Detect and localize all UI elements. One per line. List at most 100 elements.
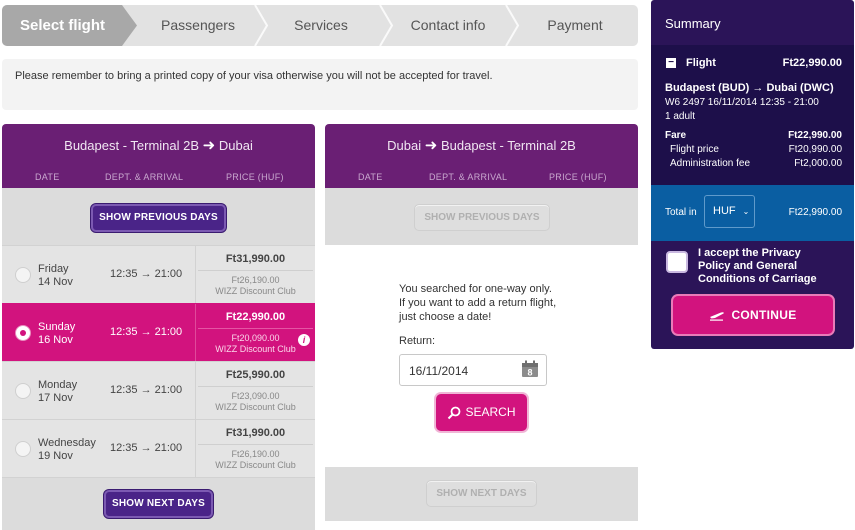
return-date-label: Return: bbox=[399, 335, 436, 347]
step-separator-icon bbox=[254, 5, 269, 46]
calendar-icon[interactable]: 8 bbox=[521, 360, 539, 378]
flight-day-name: Sunday bbox=[38, 321, 76, 333]
outbound-destination: Dubai bbox=[218, 138, 253, 153]
price-box: Ft31,990.00 Ft26,190.00 WIZZ Discount Clu… bbox=[195, 420, 315, 478]
flight-day-name: Friday bbox=[38, 263, 69, 275]
return-flight-panel: Dubai ➜ Budapest - Terminal 2B DATE DEPT… bbox=[325, 124, 638, 521]
flight-day-date: 19 Nov bbox=[38, 450, 73, 462]
show-previous-days-button-disabled[interactable]: SHOW PREVIOUS DAYS bbox=[414, 204, 550, 231]
outbound-flight-panel: Budapest - Terminal 2B ➜ Dubai DATE DEPT… bbox=[2, 124, 315, 530]
club-price: Ft23,090.00 WIZZ Discount Club bbox=[196, 391, 315, 413]
price-divider bbox=[198, 444, 313, 445]
label-price: PRICE (HUF) bbox=[549, 172, 607, 182]
summary-title: Summary bbox=[665, 16, 721, 31]
return-origin: Dubai bbox=[387, 138, 422, 153]
flight-date: Sunday 16 Nov bbox=[38, 321, 75, 347]
booking-summary: Summary − Flight Ft22,990.00 Budapest (B… bbox=[651, 0, 854, 349]
booking-steps: Select flight Passengers Services Contac… bbox=[2, 5, 638, 46]
flight-row[interactable]: Friday 14 Nov 12:35 → 21:00 Ft31,990.00 F… bbox=[2, 245, 315, 304]
flight-date: Friday 14 Nov bbox=[38, 263, 73, 289]
return-search-form: You searched for one-way only. If you wa… bbox=[325, 245, 638, 467]
search-label: SEARCH bbox=[465, 405, 516, 419]
club-price: Ft26,190.00 WIZZ Discount Club bbox=[196, 275, 315, 297]
show-next-days-button-disabled[interactable]: SHOW NEXT DAYS bbox=[426, 480, 537, 507]
price-box: Ft25,990.00 Ft23,090.00 WIZZ Discount Clu… bbox=[195, 362, 315, 420]
one-way-message-line: You searched for one-way only. bbox=[399, 283, 552, 295]
price-box: Ft22,990.00 Ft20,090.00 WIZZ Discount Clu… bbox=[195, 304, 315, 362]
step-payment[interactable]: Payment bbox=[512, 5, 638, 46]
step-select-flight[interactable]: Select flight bbox=[2, 5, 137, 46]
label-price: PRICE (HUF) bbox=[226, 172, 284, 182]
summary-admin-fee: Ft2,000.00 bbox=[794, 158, 842, 169]
summary-passengers: 1 adult bbox=[665, 111, 696, 122]
club-price: Ft20,090.00 WIZZ Discount Club bbox=[196, 333, 315, 355]
flight-day-name: Wednesday bbox=[38, 437, 96, 449]
flight-radio[interactable] bbox=[15, 383, 31, 399]
plane-icon bbox=[710, 312, 725, 322]
currency-value: HUF bbox=[713, 205, 736, 217]
flight-radio[interactable] bbox=[15, 441, 31, 457]
flight-day-date: 14 Nov bbox=[38, 276, 73, 288]
continue-label: CONTINUE bbox=[731, 308, 797, 322]
accept-terms-line: I accept the Privacy bbox=[698, 247, 801, 259]
flight-row-selected[interactable]: Sunday 16 Nov 12:35 → 21:00 Ft22,990.00 F… bbox=[2, 303, 315, 362]
step-contact-info[interactable]: Contact info bbox=[384, 5, 512, 46]
info-icon[interactable]: i bbox=[298, 334, 310, 346]
label-date: DATE bbox=[358, 172, 383, 182]
flight-day-date: 17 Nov bbox=[38, 392, 73, 404]
search-button[interactable]: SEARCH bbox=[436, 394, 527, 431]
return-route-title: Dubai ➜ Budapest - Terminal 2B bbox=[325, 124, 638, 168]
summary-flight-details: − Flight Ft22,990.00 Budapest (BUD) → Du… bbox=[651, 45, 854, 185]
search-icon bbox=[448, 406, 461, 420]
flight-price: Ft31,990.00 bbox=[225, 427, 286, 439]
return-destination: Budapest - Terminal 2B bbox=[440, 138, 576, 153]
step-passengers[interactable]: Passengers bbox=[137, 5, 259, 46]
collapse-icon[interactable]: − bbox=[666, 58, 676, 68]
club-name: WIZZ Discount Club bbox=[215, 286, 296, 296]
club-price-value: Ft23,090.00 bbox=[231, 391, 280, 401]
arrow-right-icon: ➜ bbox=[424, 137, 438, 154]
step-services[interactable]: Services bbox=[260, 5, 382, 46]
flight-radio[interactable] bbox=[15, 325, 31, 341]
outbound-next-area: SHOW NEXT DAYS bbox=[2, 477, 315, 530]
price-divider bbox=[198, 386, 313, 387]
show-next-days-button[interactable]: SHOW NEXT DAYS bbox=[104, 490, 213, 518]
return-next-area: SHOW NEXT DAYS bbox=[325, 467, 638, 521]
club-name: WIZZ Discount Club bbox=[215, 402, 296, 412]
flight-time: 12:35 → 21:00 bbox=[110, 442, 183, 454]
outbound-prev-area: SHOW PREVIOUS DAYS bbox=[2, 188, 315, 245]
flight-radio[interactable] bbox=[15, 267, 31, 283]
flight-time: 12:35 → 21:00 bbox=[110, 268, 183, 280]
flight-day-date: 16 Nov bbox=[38, 334, 73, 346]
arrow-right-icon: ➜ bbox=[202, 137, 216, 154]
flight-date: Monday 17 Nov bbox=[38, 379, 77, 405]
price-box: Ft31,990.00 Ft26,190.00 WIZZ Discount Clu… bbox=[195, 246, 315, 304]
club-price: Ft26,190.00 WIZZ Discount Club bbox=[196, 449, 315, 471]
continue-button[interactable]: CONTINUE bbox=[673, 296, 833, 334]
summary-route: Budapest (BUD) → Dubai (DWC) bbox=[665, 82, 834, 94]
summary-fare: Ft22,990.00 bbox=[788, 130, 842, 141]
club-name: WIZZ Discount Club bbox=[215, 344, 296, 354]
flight-row[interactable]: Wednesday 19 Nov 12:35 → 21:00 Ft31,990.0… bbox=[2, 419, 315, 478]
currency-select[interactable]: HUF ⌄ bbox=[704, 195, 755, 228]
accept-terms-label[interactable]: I accept the Privacy Policy and General … bbox=[698, 247, 817, 286]
accept-terms-checkbox[interactable] bbox=[666, 251, 688, 273]
club-price-value: Ft26,190.00 bbox=[231, 449, 280, 459]
show-previous-days-button[interactable]: SHOW PREVIOUS DAYS bbox=[91, 204, 226, 232]
total-in-label: Total in bbox=[665, 207, 697, 218]
calendar-day: 8 bbox=[527, 368, 532, 378]
step-separator-icon bbox=[379, 5, 394, 46]
summary-fare-label: Fare bbox=[665, 130, 687, 141]
label-dept-arrival: DEPT. & ARRIVAL bbox=[105, 172, 184, 182]
label-dept-arrival: DEPT. & ARRIVAL bbox=[429, 172, 508, 182]
summary-flight-details-line: W6 2497 16/11/2014 12:35 - 21:00 bbox=[665, 97, 819, 108]
summary-admin-fee-label: Administration fee bbox=[670, 158, 751, 169]
one-way-message-line: just choose a date! bbox=[399, 311, 492, 323]
column-labels: DATE DEPT. & ARRIVAL PRICE (HUF) bbox=[2, 168, 315, 188]
club-price-value: Ft20,090.00 bbox=[231, 333, 280, 343]
return-prev-area: SHOW PREVIOUS DAYS bbox=[325, 188, 638, 245]
flight-booking-page: Select flight Passengers Services Contac… bbox=[0, 0, 855, 530]
step-separator-icon bbox=[505, 5, 520, 46]
column-labels: DATE DEPT. & ARRIVAL PRICE (HUF) bbox=[325, 168, 638, 188]
flight-row[interactable]: Monday 17 Nov 12:35 → 21:00 Ft25,990.00 F… bbox=[2, 361, 315, 420]
